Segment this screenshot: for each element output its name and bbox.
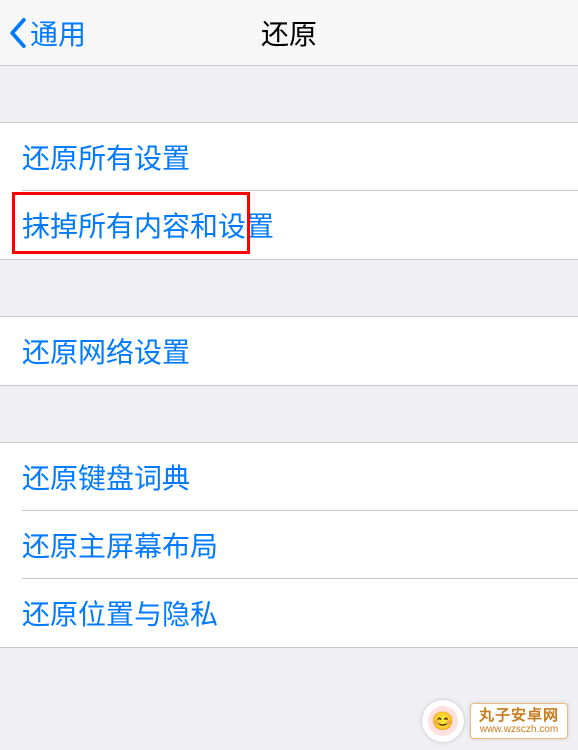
list-group-1: 还原所有设置 抹掉所有内容和设置 bbox=[0, 122, 578, 260]
reset-keyboard-dictionary[interactable]: 还原键盘词典 bbox=[0, 443, 578, 511]
section-gap bbox=[0, 260, 578, 316]
section-gap bbox=[0, 66, 578, 122]
list-group-2: 还原网络设置 bbox=[0, 316, 578, 386]
list-item-label: 抹掉所有内容和设置 bbox=[22, 205, 274, 245]
list-item-label: 还原网络设置 bbox=[22, 331, 190, 371]
watermark: 😊 丸子安卓网 www.wzsczh.com bbox=[422, 700, 568, 742]
section-gap bbox=[0, 386, 578, 442]
reset-all-settings[interactable]: 还原所有设置 bbox=[0, 123, 578, 191]
watermark-name: 丸子安卓网 bbox=[479, 707, 559, 724]
erase-all-content[interactable]: 抹掉所有内容和设置 bbox=[0, 191, 578, 259]
watermark-emoji: 😊 bbox=[428, 706, 458, 736]
chevron-left-icon bbox=[8, 17, 28, 49]
back-label: 通用 bbox=[30, 13, 86, 53]
back-button[interactable]: 通用 bbox=[0, 13, 86, 53]
list-item-label: 还原位置与隐私 bbox=[22, 593, 218, 633]
watermark-logo-icon: 😊 bbox=[422, 700, 464, 742]
reset-location-privacy[interactable]: 还原位置与隐私 bbox=[0, 579, 578, 647]
watermark-url: www.wzsczh.com bbox=[480, 724, 558, 736]
page-title: 还原 bbox=[261, 13, 317, 53]
reset-network-settings[interactable]: 还原网络设置 bbox=[0, 317, 578, 385]
list-item-label: 还原主屏幕布局 bbox=[22, 525, 218, 565]
list-group-3: 还原键盘词典 还原主屏幕布局 还原位置与隐私 bbox=[0, 442, 578, 648]
watermark-text: 丸子安卓网 www.wzsczh.com bbox=[470, 703, 568, 740]
list-item-label: 还原所有设置 bbox=[22, 137, 190, 177]
reset-home-screen-layout[interactable]: 还原主屏幕布局 bbox=[0, 511, 578, 579]
list-item-label: 还原键盘词典 bbox=[22, 457, 190, 497]
header-bar: 通用 还原 bbox=[0, 0, 578, 66]
